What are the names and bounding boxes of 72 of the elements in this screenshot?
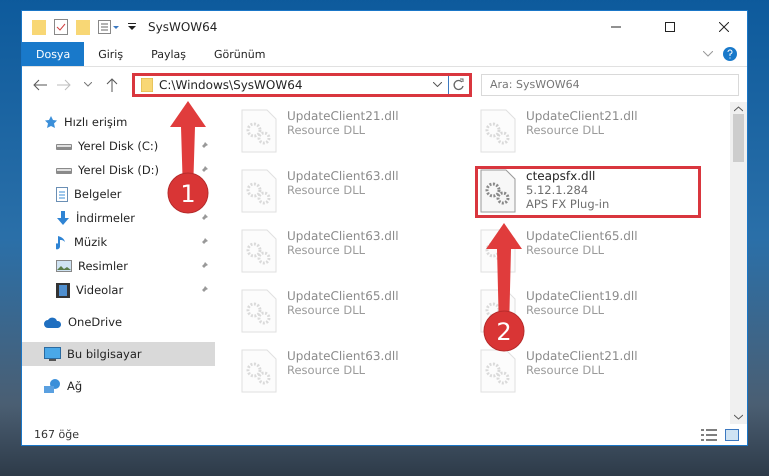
- sidebar-item[interactable]: Ağ: [67, 379, 82, 393]
- scrollbar-thumb[interactable]: [733, 114, 744, 162]
- file-description: Resource DLL: [287, 303, 366, 317]
- window-title: SysWOW64: [148, 20, 218, 34]
- help-icon[interactable]: [723, 47, 737, 61]
- file-gear-icon: [480, 349, 516, 393]
- monitor-icon: [44, 346, 61, 362]
- drive-icon: [56, 141, 72, 151]
- file-description: Resource DLL: [526, 363, 606, 377]
- vertical-scrollbar[interactable]: [730, 102, 747, 424]
- sidebar-item[interactable]: Müzik: [74, 235, 108, 249]
- thumbnail-view-icon[interactable]: [725, 428, 739, 440]
- file-description: Resource DLL: [287, 243, 366, 257]
- chevron-down-icon: [84, 82, 92, 87]
- sidebar-item[interactable]: Videolar: [76, 283, 124, 297]
- close-icon: [719, 22, 729, 32]
- file-gear-icon: [241, 289, 277, 333]
- forward-arrow-icon: [57, 78, 71, 90]
- scroll-up-icon[interactable]: [734, 106, 743, 112]
- file-gear-icon: [241, 169, 277, 213]
- file-description: Resource DLL: [526, 303, 606, 317]
- item-count: 167 öğe: [34, 428, 80, 441]
- scroll-down-icon[interactable]: [734, 414, 743, 420]
- address-path: C:\Windows\SysWOW64: [159, 78, 304, 92]
- music-note-icon: [56, 234, 68, 250]
- file-gear-icon: [241, 349, 277, 393]
- network-icon: [44, 378, 61, 394]
- file-version: 5.12.1.284: [526, 183, 590, 197]
- file-description: Resource DLL: [287, 123, 366, 137]
- file-name[interactable]: cteapsfx.dll: [526, 169, 610, 183]
- ribbon-tab[interactable]: Giriş: [84, 42, 138, 66]
- annotation-arrow-drawing: 1: [166, 101, 210, 214]
- file-gear-icon: [241, 229, 277, 273]
- file-gear-icon: [480, 169, 516, 213]
- file-description: Resource DLL: [287, 183, 366, 197]
- details-view-icon[interactable]: [701, 428, 717, 440]
- sidebar-item[interactable]: Belgeler: [74, 187, 122, 201]
- sidebar-item[interactable]: İndirmeler: [76, 211, 135, 225]
- address-bar[interactable]: C:\Windows\SysWOW64: [132, 72, 472, 96]
- file-description: APS FX Plug-in: [526, 197, 610, 211]
- file-gear-icon: [241, 109, 277, 153]
- star-icon: [44, 115, 58, 129]
- film-icon: [56, 282, 70, 298]
- picture-icon: [56, 260, 72, 272]
- properties-icon[interactable]: [98, 20, 120, 34]
- ribbon-tab[interactable]: Paylaş: [137, 42, 200, 66]
- maximize-icon: [665, 22, 675, 32]
- file-gear-icon: [480, 109, 516, 153]
- chevron-down-icon[interactable]: [433, 82, 442, 87]
- sidebar-item[interactable]: Yerel Disk (C:): [78, 139, 158, 153]
- folder-icon: [32, 18, 46, 34]
- sidebar-item[interactable]: Hızlı erişim: [64, 115, 128, 129]
- sidebar-item[interactable]: Bu bilgisayar: [67, 347, 142, 361]
- sidebar-item[interactable]: Yerel Disk (D:): [78, 163, 160, 177]
- ribbon-tab[interactable]: Görünüm: [200, 42, 280, 66]
- search-field[interactable]: Ara: SysWOW64: [481, 74, 739, 96]
- cloud-icon: [44, 316, 62, 328]
- file-description: Resource DLL: [526, 123, 606, 137]
- document-icon: [56, 186, 68, 202]
- ribbon-tab[interactable]: Dosya: [22, 42, 84, 66]
- annotation-arrow-drawing: 2: [482, 223, 526, 352]
- sidebar-item[interactable]: Resimler: [78, 259, 128, 273]
- up-arrow-icon: [106, 78, 118, 92]
- file-description: Resource DLL: [287, 363, 366, 377]
- down-arrow-icon: [56, 210, 70, 226]
- folder-icon: [141, 78, 153, 92]
- checklist-icon[interactable]: [54, 18, 68, 34]
- drive-icon: [56, 165, 72, 175]
- back-arrow-icon: [33, 78, 47, 90]
- sidebar-item[interactable]: OneDrive: [68, 315, 122, 329]
- file-description: Resource DLL: [526, 243, 606, 257]
- dropdown-icon[interactable]: [128, 22, 136, 30]
